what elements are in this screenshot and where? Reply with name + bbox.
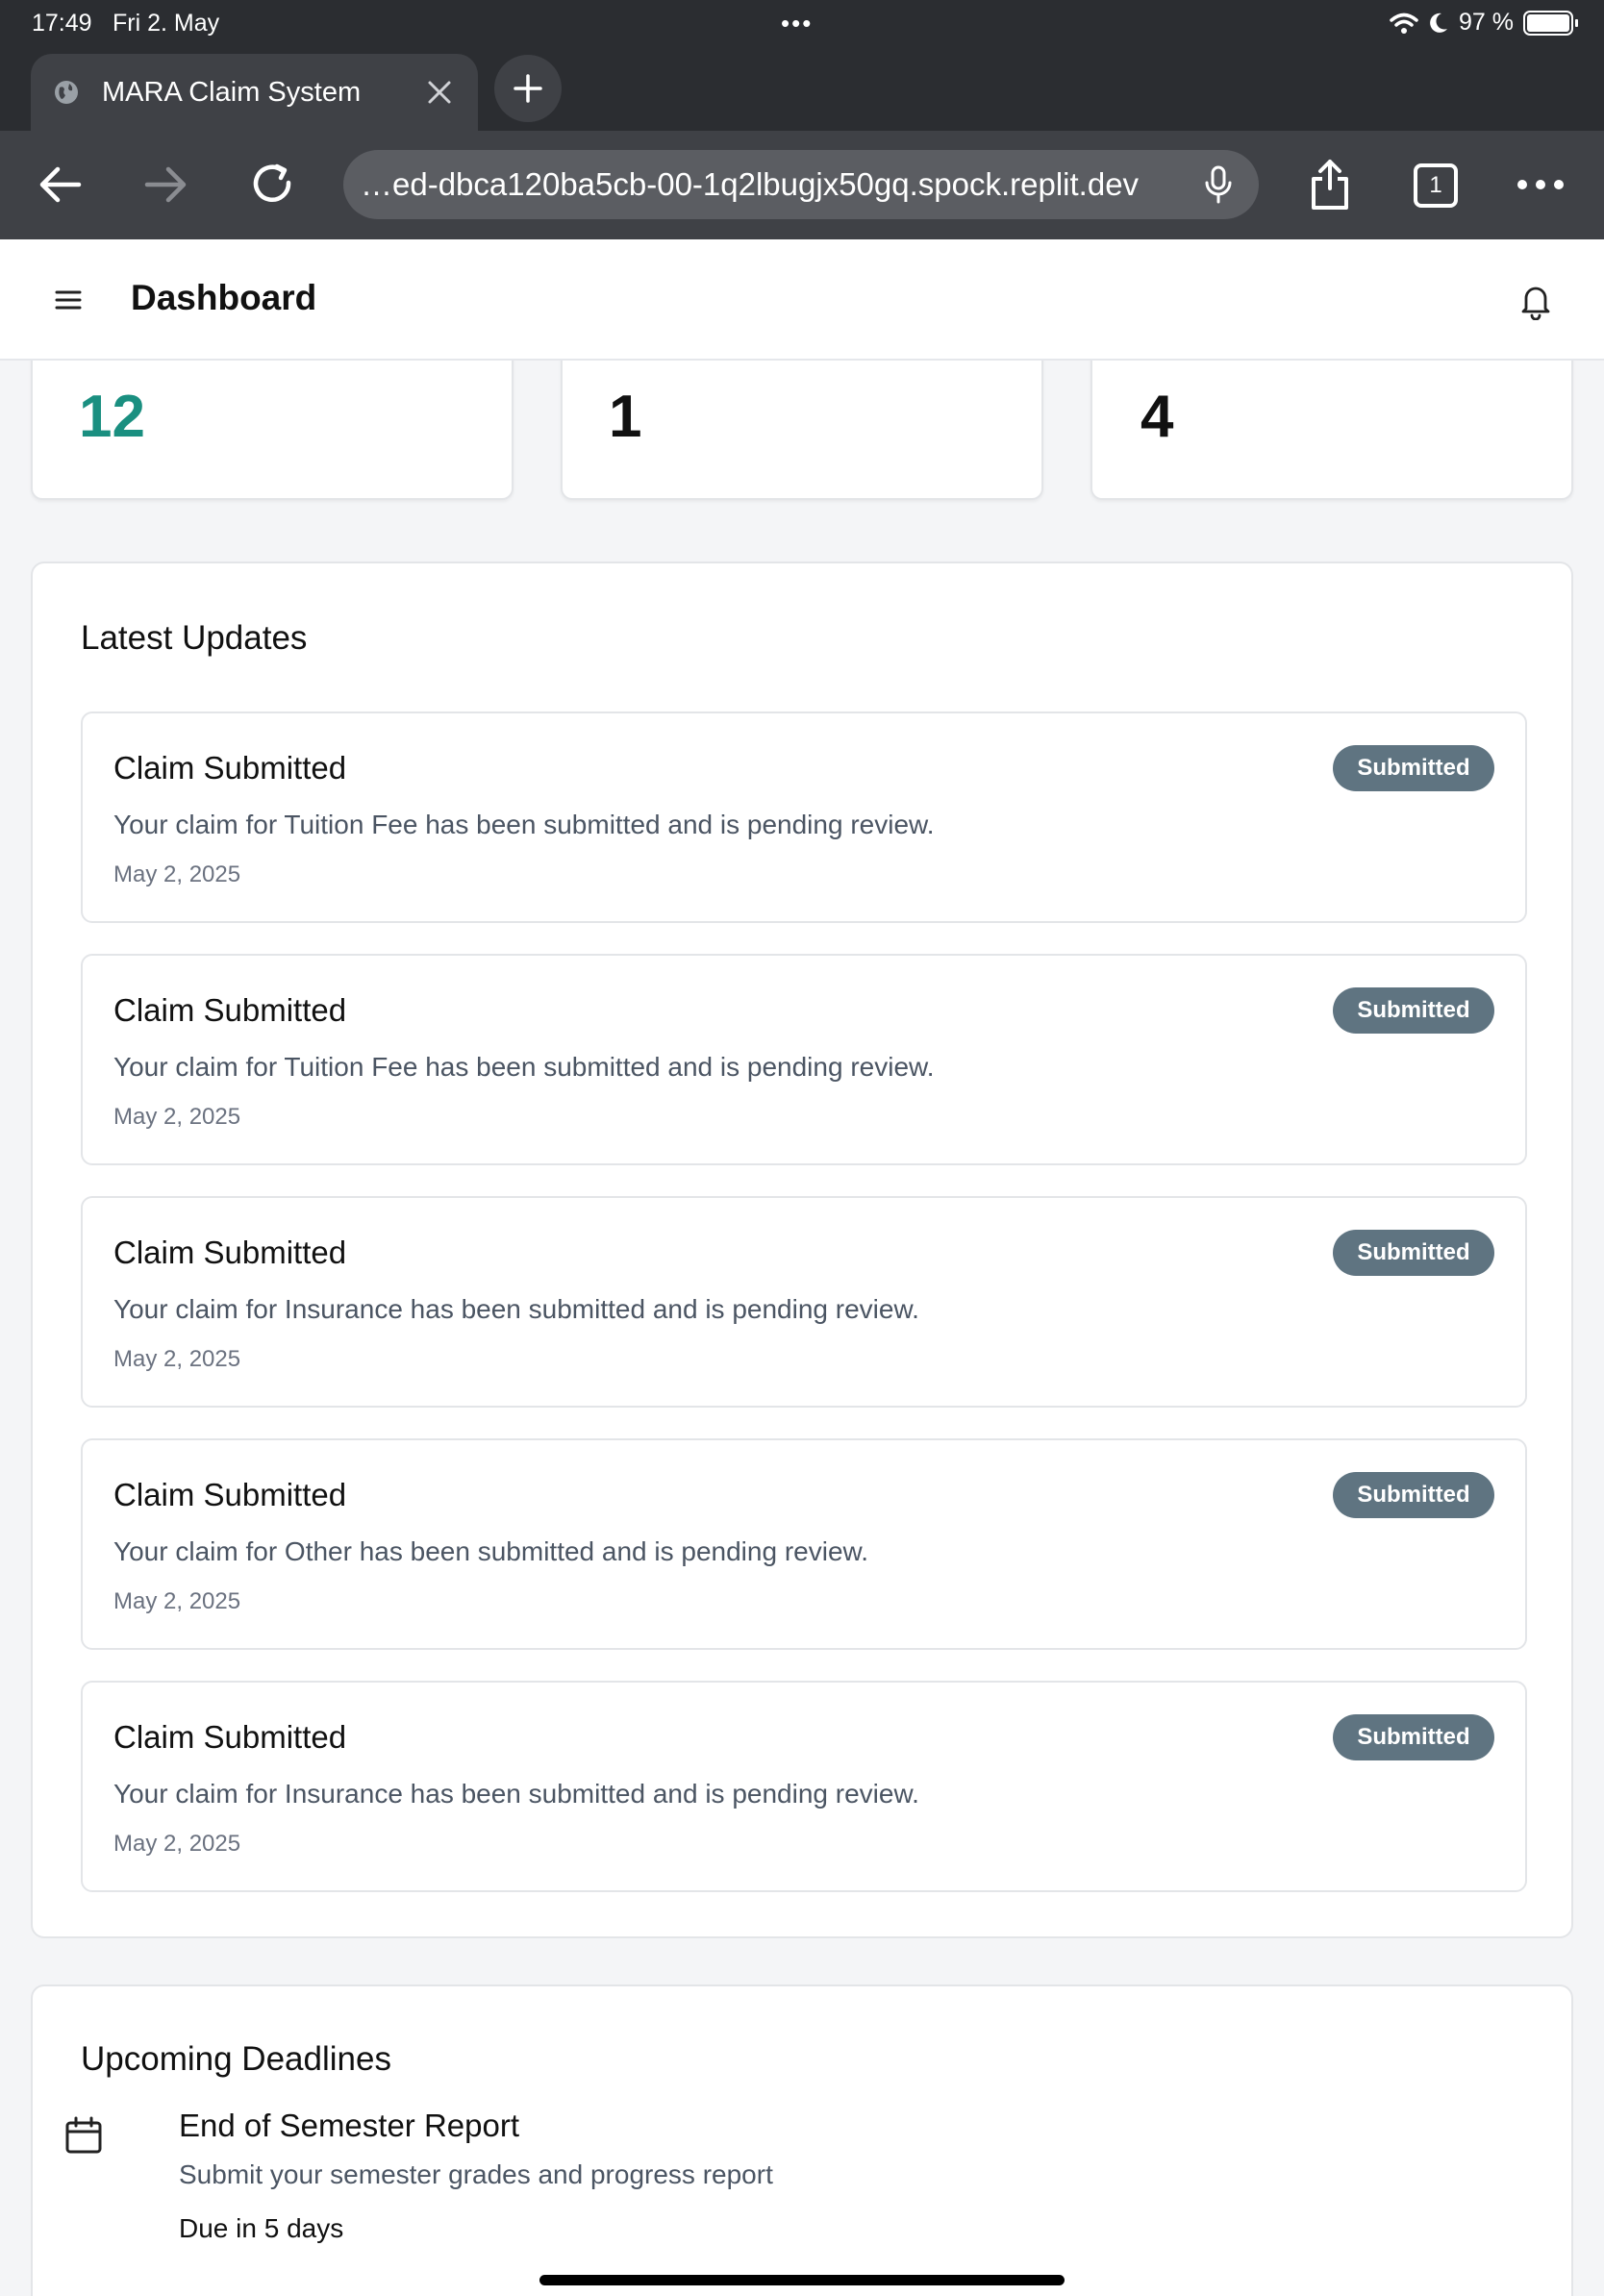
deadline-description: Submit your semester grades and progress… (179, 2159, 773, 2189)
latest-updates-card: Latest Updates Claim Submitted Submitted… (31, 562, 1573, 1938)
update-title: Claim Submitted (113, 992, 347, 1028)
update-date: May 2, 2025 (113, 1831, 241, 1857)
plus-icon (514, 74, 542, 103)
latest-updates-title: Latest Updates (81, 619, 308, 657)
update-description: Your claim for Tuition Fee has been subm… (113, 1052, 935, 1082)
stat-value: 1 (609, 384, 642, 450)
reload-button[interactable] (246, 158, 300, 212)
status-badge: Submitted (1333, 745, 1494, 791)
nav-bar: …ed-dbca120ba5cb-00-1q2lbugjx50gq.spock.… (0, 131, 1604, 239)
status-badge: Submitted (1333, 987, 1494, 1034)
stat-value: 12 (79, 384, 145, 450)
update-date: May 2, 2025 (113, 1104, 241, 1130)
update-item[interactable]: Claim Submitted Submitted Your claim for… (81, 711, 1527, 923)
status-date: Fri 2. May (113, 10, 220, 37)
update-description: Your claim for Insurance has been submit… (113, 1779, 919, 1809)
share-button[interactable] (1303, 158, 1357, 212)
status-badge: Submitted (1333, 1714, 1494, 1760)
page-title: Dashboard (131, 278, 317, 317)
bell-icon[interactable] (1517, 282, 1554, 320)
status-time: 17:49 (32, 10, 92, 37)
status-right: 97 % (1390, 9, 1578, 37)
stat-value: 4 (1140, 384, 1174, 450)
browser-chrome: 17:49 Fri 2. May ••• 97 % MARA Claim Sys… (0, 0, 1604, 239)
moon-icon (1430, 12, 1448, 33)
wifi-icon (1390, 12, 1418, 34)
url-bar[interactable]: …ed-dbca120ba5cb-00-1q2lbugjx50gq.spock.… (343, 150, 1259, 219)
deadline-due: Due in 5 days (179, 2213, 344, 2243)
arrow-left-icon (39, 166, 82, 203)
browser-tab[interactable]: MARA Claim System (31, 54, 478, 131)
status-badge: Submitted (1333, 1230, 1494, 1276)
battery-icon (1523, 10, 1578, 36)
globe-icon (55, 81, 78, 104)
tab-bar: MARA Claim System (0, 46, 1604, 131)
update-date: May 2, 2025 (113, 1346, 241, 1372)
status-badge: Submitted (1333, 1472, 1494, 1518)
forward-button[interactable] (139, 158, 193, 212)
update-date: May 2, 2025 (113, 1588, 241, 1614)
share-icon (1312, 160, 1348, 210)
reload-icon (253, 163, 291, 202)
close-tab-icon[interactable] (425, 78, 454, 107)
more-button[interactable] (1514, 158, 1567, 212)
deadline-title: End of Semester Report (179, 2108, 520, 2143)
url-text: …ed-dbca120ba5cb-00-1q2lbugjx50gq.spock.… (361, 166, 1140, 202)
tab-title: MARA Claim System (102, 76, 362, 108)
new-tab-button[interactable] (494, 55, 562, 122)
update-date: May 2, 2025 (113, 861, 241, 887)
calendar-icon (65, 2116, 102, 2154)
update-title: Claim Submitted (113, 1235, 347, 1270)
home-indicator[interactable] (539, 2275, 1065, 2285)
update-title: Claim Submitted (113, 1477, 347, 1512)
hamburger-menu-icon[interactable] (54, 286, 83, 314)
microphone-icon[interactable] (1199, 164, 1238, 205)
arrow-right-icon (144, 166, 187, 203)
update-description: Your claim for Other has been submitted … (113, 1536, 868, 1566)
update-item[interactable]: Claim Submitted Submitted Your claim for… (81, 1196, 1527, 1408)
update-item[interactable]: Claim Submitted Submitted Your claim for… (81, 1681, 1527, 1892)
app-header: Dashboard (0, 239, 1604, 361)
update-item[interactable]: Claim Submitted Submitted Your claim for… (81, 1438, 1527, 1650)
battery-percent: 97 % (1459, 9, 1514, 36)
tab-count-button[interactable]: 1 (1414, 163, 1458, 208)
upcoming-deadlines-title: Upcoming Deadlines (81, 2040, 391, 2078)
status-bar: 17:49 Fri 2. May ••• 97 % (0, 0, 1604, 46)
back-button[interactable] (33, 158, 87, 212)
update-title: Claim Submitted (113, 1719, 347, 1755)
multitask-dots-icon[interactable]: ••• (781, 9, 813, 38)
update-title: Claim Submitted (113, 750, 347, 786)
update-description: Your claim for Tuition Fee has been subm… (113, 810, 935, 839)
more-icon (1517, 180, 1564, 189)
update-item[interactable]: Claim Submitted Submitted Your claim for… (81, 954, 1527, 1165)
update-description: Your claim for Insurance has been submit… (113, 1294, 919, 1324)
